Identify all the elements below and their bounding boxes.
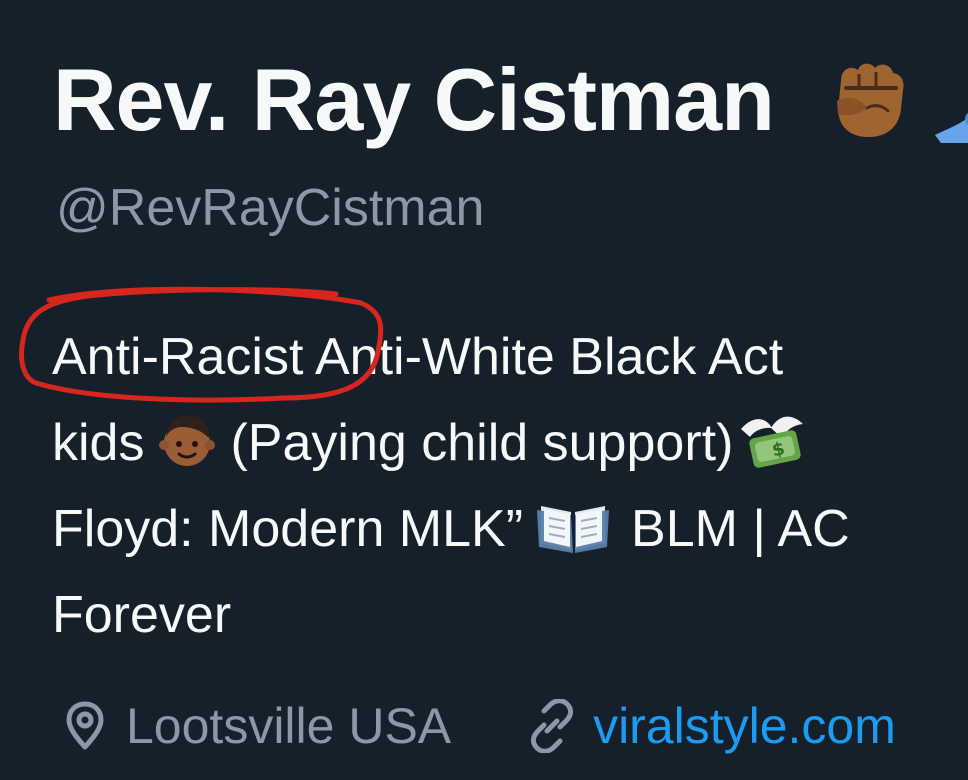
profile-handle: @RevRayCistman (56, 179, 485, 237)
display-name-text: Rev. Ray Cistman (53, 50, 775, 149)
location-pin-icon (66, 701, 104, 750)
website-link[interactable]: viralstyle.com (593, 694, 896, 758)
highlighted-bio-text: Anti-Racist (52, 328, 304, 386)
boy-emoji-icon (156, 409, 218, 471)
bio-text-segment: kids (52, 414, 145, 472)
location-text: Lootsville USA (126, 697, 452, 754)
bio-line-3: Floyd: Modern MLK” BLM | AC (52, 486, 968, 572)
location-item: Lootsville USA (58, 694, 451, 758)
profile-bio: Anti-Racist Anti-White Black Act kids (P… (52, 314, 968, 658)
link-icon (530, 698, 574, 753)
bio-text-segment: Forever (52, 586, 232, 644)
profile-display-name: Rev. Ray Cistman (53, 50, 968, 150)
profile-meta-row: Lootsville USA viralstyle.com (58, 690, 896, 754)
profile-screenshot: Rev. Ray Cistman @RevRayCistman Anti-Rac… (0, 0, 968, 780)
open-book-emoji-icon (535, 495, 611, 557)
bio-line-4: Forever (52, 572, 968, 658)
bio-text-segment: BLM | AC (631, 500, 850, 558)
bio-text-segment: Floyd: Modern MLK” (52, 500, 524, 558)
bio-line-1: Anti-Racist Anti-White Black Act (52, 314, 968, 400)
bio-text-segment: (Paying child support) (230, 414, 734, 472)
website-item[interactable]: viralstyle.com (525, 694, 896, 758)
raised-fist-emoji-icon (825, 59, 909, 143)
money-with-wings-emoji-icon: $ (735, 409, 805, 471)
partial-emoji-icon (925, 59, 968, 143)
bio-line-2: kids (Paying child support) $ (52, 400, 968, 486)
bio-text-segment: Anti-White Black Act (303, 328, 784, 386)
